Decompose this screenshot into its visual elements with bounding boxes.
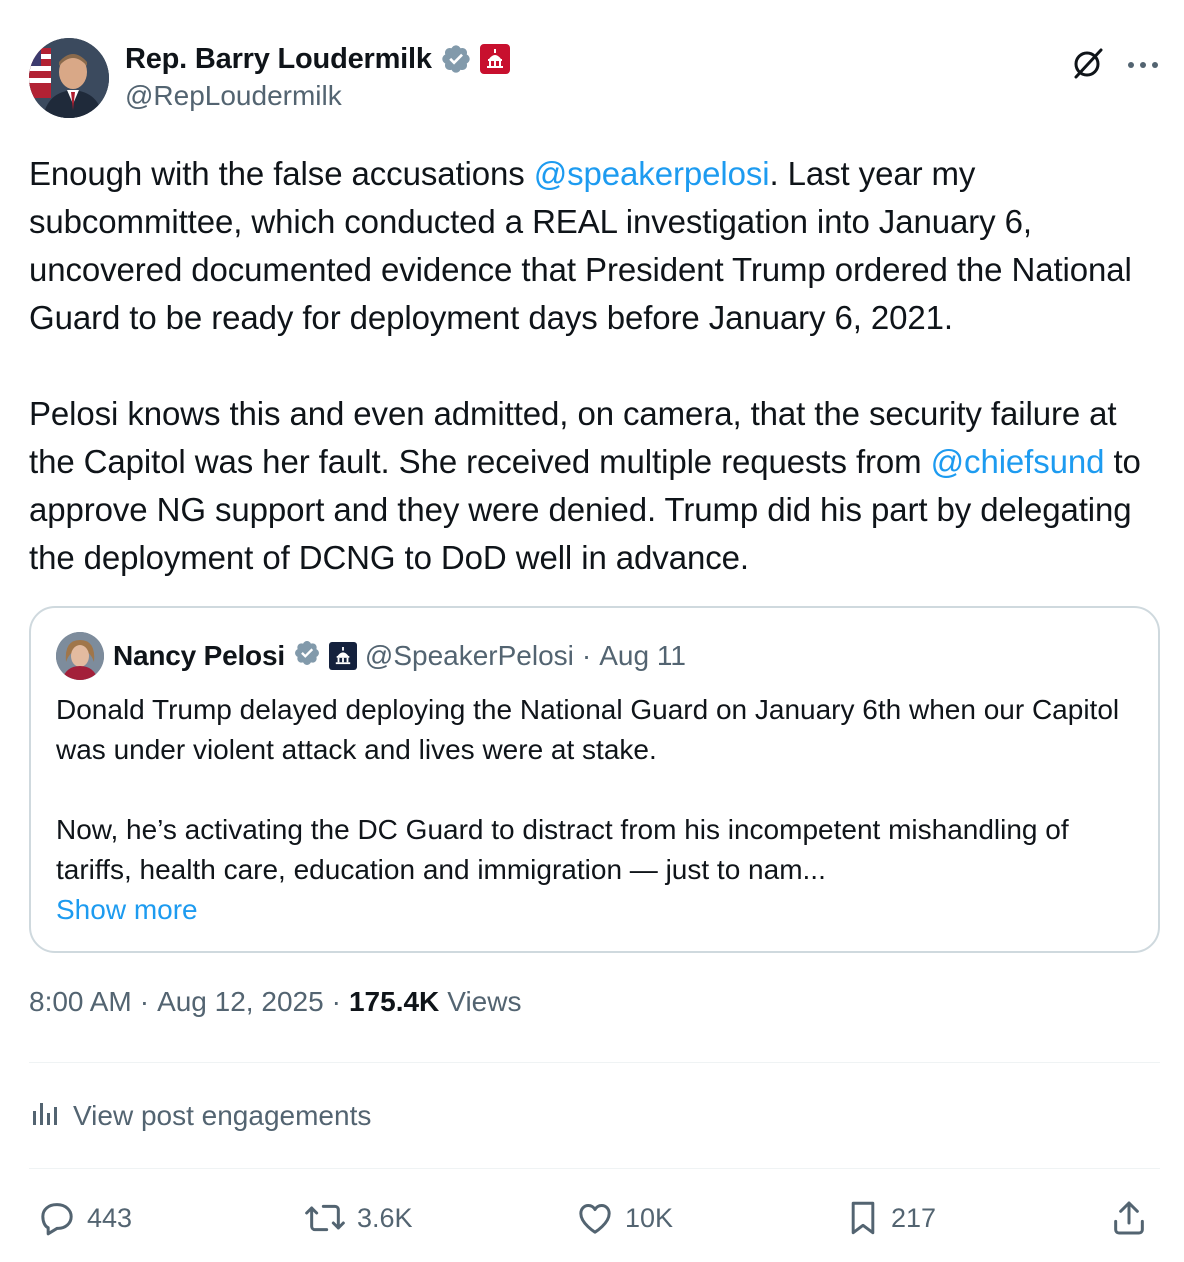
quoted-date[interactable]: Aug 11 <box>599 640 686 672</box>
header-actions <box>1071 46 1159 85</box>
repost-icon <box>303 1198 347 1238</box>
quoted-text: Donald Trump delayed deploying the Natio… <box>56 690 1136 930</box>
us-capitol-badge-icon[interactable] <box>328 642 357 670</box>
author-avatar-image <box>29 38 109 118</box>
reply-count: 443 <box>87 1202 133 1233</box>
quoted-tweet[interactable]: Nancy Pelosi @SpeakerPelosi · Aug 11 Don… <box>29 606 1160 953</box>
views-count: 175.4K <box>348 986 440 1017</box>
reply-icon <box>37 1198 77 1238</box>
quoted-avatar-image <box>56 632 104 680</box>
views-label: Views <box>447 986 522 1017</box>
share-icon <box>1109 1198 1149 1238</box>
separator-dot: · <box>139 986 150 1017</box>
quoted-display-name[interactable]: Nancy Pelosi <box>113 640 285 672</box>
analytics-icon <box>29 1097 61 1136</box>
bookmark-count: 217 <box>891 1202 937 1233</box>
quoted-paragraph-1: Donald Trump delayed deploying the Natio… <box>56 694 1120 765</box>
heart-icon <box>575 1198 615 1238</box>
post-date[interactable]: Aug 12, 2025 <box>157 986 324 1018</box>
like-button[interactable]: 10K <box>575 1190 673 1246</box>
tweet-text: Enough with the false accusations @speak… <box>29 150 1169 582</box>
like-count: 10K <box>625 1202 674 1233</box>
mention-link[interactable]: @chiefsund <box>931 443 1105 480</box>
tweet-actions: 443 3.6K 10K 217 <box>29 1190 1160 1246</box>
divider <box>29 1062 1160 1063</box>
view-post-engagements-label: View post engagements <box>73 1100 372 1131</box>
bookmark-icon <box>845 1198 881 1238</box>
more-options-icon[interactable] <box>1127 57 1159 75</box>
share-button[interactable] <box>1109 1190 1149 1246</box>
quoted-header: Nancy Pelosi @SpeakerPelosi · Aug 11 <box>113 636 686 676</box>
grok-icon[interactable] <box>1071 46 1105 85</box>
tweet-paragraph-2: Pelosi knows this and even admitted, on … <box>29 390 1169 582</box>
verified-badge-icon[interactable] <box>293 639 321 674</box>
tweet-text-segment: Enough with the false accusations <box>29 155 534 192</box>
quoted-paragraph-2: Now, he’s activating the DC Guard to dis… <box>56 814 1069 885</box>
author-handle[interactable]: @RepLoudermilk <box>125 80 342 112</box>
us-capitol-badge-icon[interactable] <box>479 44 510 74</box>
mention-link[interactable]: @speakerpelosi <box>534 155 770 192</box>
quoted-author-avatar[interactable] <box>56 632 104 680</box>
verified-badge-icon[interactable] <box>440 43 472 75</box>
bookmark-button[interactable]: 217 <box>845 1190 936 1246</box>
post-time[interactable]: 8:00 AM <box>29 986 132 1018</box>
quoted-handle[interactable]: @SpeakerPelosi <box>365 640 574 672</box>
author-name-row: Rep. Barry Loudermilk <box>125 40 510 78</box>
author-display-name[interactable]: Rep. Barry Loudermilk <box>125 43 432 76</box>
author-avatar[interactable] <box>29 38 109 118</box>
reply-button[interactable]: 443 <box>37 1190 132 1246</box>
tweet-header: Rep. Barry Loudermilk @RepLoudermilk <box>29 38 1159 120</box>
separator-dot: · <box>581 640 592 671</box>
repost-count: 3.6K <box>357 1202 413 1233</box>
repost-button[interactable]: 3.6K <box>303 1190 413 1246</box>
tweet-paragraph-1: Enough with the false accusations @speak… <box>29 150 1169 342</box>
divider <box>29 1168 1160 1169</box>
separator-dot: · <box>331 986 341 1017</box>
show-more-link[interactable]: Show more <box>56 890 1136 930</box>
view-post-engagements[interactable]: View post engagements <box>29 1094 371 1138</box>
tweet-meta: 8:00 AM · Aug 12, 2025 · 175.4K Views <box>29 986 521 1018</box>
